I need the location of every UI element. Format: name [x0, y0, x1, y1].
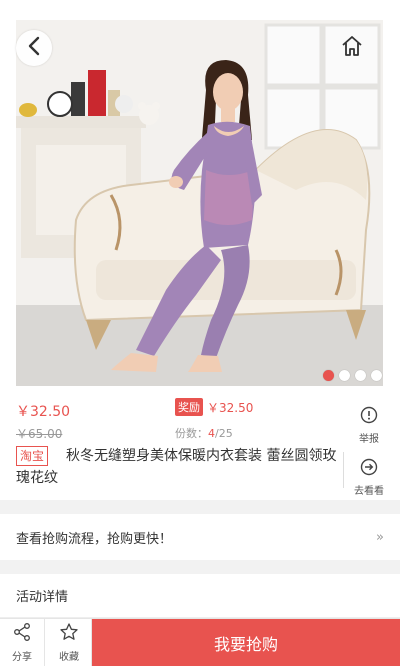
- stock-count: 份数：4/25: [175, 425, 233, 441]
- stock-remaining: 4: [208, 427, 215, 440]
- view-item-button[interactable]: 去看看: [346, 458, 392, 497]
- current-price: ￥32.50: [16, 404, 71, 420]
- carousel-dot[interactable]: [339, 370, 350, 381]
- platform-badge: 淘宝: [16, 446, 49, 466]
- home-icon: [340, 34, 364, 62]
- view-item-label: 去看看: [354, 486, 384, 497]
- share-button[interactable]: 分享: [0, 619, 45, 666]
- report-button[interactable]: 举报: [346, 406, 392, 445]
- buy-now-button[interactable]: 我要抢购: [92, 619, 400, 666]
- carousel-dot[interactable]: [371, 370, 382, 381]
- back-button[interactable]: [16, 30, 52, 66]
- purchase-flow-text: 查看抢购流程，抢购更快！: [16, 531, 173, 547]
- stock-label: 份数：: [175, 427, 208, 440]
- favorite-button[interactable]: 收藏: [47, 619, 92, 666]
- carousel-dot[interactable]: [323, 370, 334, 381]
- activity-details-section: 活动详情: [0, 574, 400, 618]
- home-button[interactable]: [334, 30, 370, 66]
- star-icon: [59, 622, 79, 646]
- product-info: ￥32.50 ￥65.00 奖励 ￥32.50 份数：4/25 秋冬无缝塑身美体…: [0, 386, 400, 500]
- purchase-flow-link[interactable]: 查看抢购流程，抢购更快！ »: [0, 514, 400, 560]
- carousel-indicators: [323, 370, 382, 381]
- share-icon: [12, 622, 32, 646]
- original-price: ￥65.00: [16, 427, 63, 441]
- stock-total: /25: [215, 427, 233, 440]
- carousel-dot[interactable]: [355, 370, 366, 381]
- favorite-label: 收藏: [59, 652, 79, 663]
- alert-icon: [360, 406, 378, 428]
- double-chevron-right-icon: »: [376, 529, 384, 545]
- arrow-right-circle-icon: [360, 458, 378, 480]
- share-label: 分享: [12, 652, 32, 663]
- reward-price: ￥32.50: [207, 400, 254, 415]
- report-label: 举报: [359, 434, 379, 445]
- reward-badge: 奖励: [175, 398, 203, 416]
- product-image-carousel[interactable]: [0, 0, 400, 386]
- divider: [343, 452, 344, 488]
- bottom-action-bar: 分享 收藏 我要抢购: [0, 618, 400, 666]
- activity-details-title: 活动详情: [16, 590, 69, 605]
- back-icon: [26, 36, 42, 60]
- product-title: 秋冬无缝塑身美体保暖内衣套装 蕾丝圆领玫瑰花纹: [16, 448, 337, 486]
- reward-row: 奖励 ￥32.50: [175, 398, 253, 416]
- product-photo: [16, 20, 383, 386]
